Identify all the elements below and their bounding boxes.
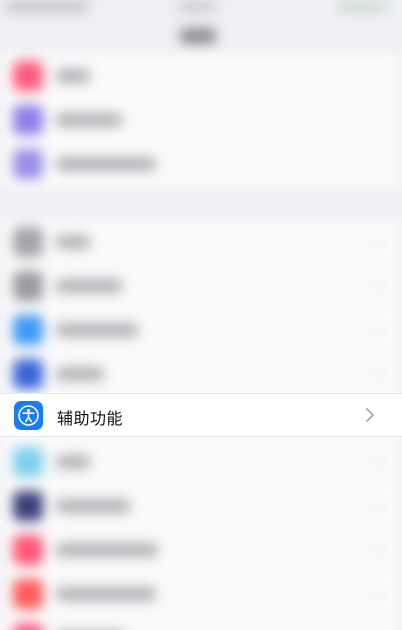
row-icon: [13, 227, 43, 257]
row-icon: [13, 149, 43, 179]
row-label: [56, 279, 122, 293]
row-label: [56, 113, 122, 127]
chevron-right-icon: [368, 498, 383, 514]
settings-row-accessibility[interactable]: 辅助功能: [0, 393, 402, 437]
row-icon: [13, 491, 43, 521]
row-icon: [13, 623, 43, 630]
settings-row: [0, 142, 402, 186]
row-label: [56, 235, 90, 249]
settings-group-1: [0, 52, 402, 190]
settings-row: [0, 54, 402, 98]
chevron-right-icon: [368, 454, 383, 470]
row-icon: [13, 271, 43, 301]
settings-row: [0, 352, 402, 396]
chevron-right-icon: [368, 586, 383, 602]
row-icon: [13, 61, 43, 91]
row-icon: [13, 535, 43, 565]
settings-row: [0, 616, 402, 630]
accessibility-icon: [14, 401, 43, 430]
settings-row: [0, 264, 402, 308]
clock: [178, 2, 216, 11]
row-icon: [13, 359, 43, 389]
battery-indicator: [338, 2, 388, 11]
row-label: [56, 367, 104, 381]
chevron-right-icon: [366, 408, 374, 422]
blurred-settings-background: [0, 0, 402, 630]
settings-row: [0, 484, 402, 528]
settings-row: [0, 308, 402, 352]
row-icon: [13, 447, 43, 477]
row-label: [56, 499, 130, 513]
row-icon: [13, 105, 43, 135]
settings-row: [0, 572, 402, 616]
row-label: [56, 323, 138, 337]
row-label: [56, 455, 90, 469]
chevron-right-icon: [368, 322, 383, 338]
settings-row: [0, 440, 402, 484]
settings-row: [0, 528, 402, 572]
row-label: [56, 543, 158, 557]
chevron-right-icon: [368, 278, 383, 294]
status-bar: [0, 0, 402, 18]
row-label: [56, 69, 90, 83]
row-icon: [13, 579, 43, 609]
chevron-right-icon: [368, 234, 383, 250]
row-icon: [13, 315, 43, 345]
settings-row: [0, 220, 402, 264]
carrier-signal: [6, 2, 88, 11]
navigation-title: [180, 28, 216, 44]
row-label: [56, 587, 156, 601]
chevron-right-icon: [368, 542, 383, 558]
chevron-right-icon: [368, 366, 383, 382]
row-label: [56, 157, 156, 171]
settings-row: [0, 98, 402, 142]
accessibility-label: 辅助功能: [57, 409, 124, 428]
